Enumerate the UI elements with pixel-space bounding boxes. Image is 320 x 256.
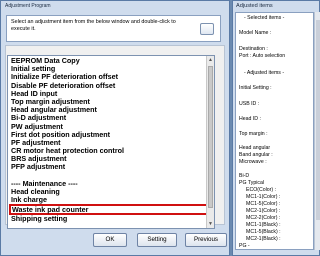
- info-line: MC1-5(Black) :: [246, 229, 281, 235]
- info-line: Initial Setting :: [239, 85, 272, 91]
- info-button[interactable]: [200, 23, 214, 35]
- info-line: Port : Auto selection: [239, 53, 286, 59]
- setting-button[interactable]: Setting: [137, 233, 177, 247]
- adjustment-listbox[interactable]: EEPROM Data Copy Initial setting Initial…: [7, 55, 215, 229]
- info-line: Band angular :: [239, 152, 273, 158]
- info-line: PG -: [239, 243, 250, 249]
- info-line: MC2-1(Black) :: [246, 236, 281, 242]
- instruction-box: Select an adjustment item from the below…: [6, 15, 221, 42]
- info-line: MC1-1(Color) :: [246, 194, 281, 200]
- info-line: MC2-2(Color) :: [246, 215, 281, 221]
- adjusted-items-scrollbar[interactable]: [314, 12, 320, 250]
- adjustment-items: EEPROM Data Copy Initial setting Initial…: [9, 56, 208, 224]
- button-bar: OK Setting Previous: [1, 233, 231, 249]
- ok-button[interactable]: OK: [93, 233, 127, 247]
- info-line: USB ID :: [239, 101, 260, 107]
- section-heading: - Adjusted items -: [244, 70, 285, 76]
- scroll-up-icon[interactable]: ▲: [207, 56, 214, 64]
- list-item[interactable]: PFP adjustment: [11, 163, 207, 171]
- list-item[interactable]: Shipping setting: [11, 215, 207, 223]
- info-line: MC2-1(Color) :: [246, 208, 281, 214]
- scrollbar-thumb[interactable]: [316, 20, 320, 220]
- info-line: Head ID :: [239, 116, 261, 122]
- window-title: Adjusted items: [236, 3, 273, 9]
- info-line: Bi-D: [239, 173, 250, 179]
- window-title: Adjustment Program: [5, 3, 51, 9]
- info-line: Head angular: [239, 145, 271, 151]
- info-line: MC1-5(Color) :: [246, 201, 281, 207]
- scroll-down-icon[interactable]: ▼: [207, 220, 214, 228]
- info-line: Destination :: [239, 46, 268, 52]
- info-line: Top margin :: [239, 131, 268, 137]
- info-line: MC1-1(Black) :: [246, 222, 281, 228]
- info-line: Microwave :: [239, 159, 267, 165]
- adjustment-program-window: Adjustment Program Select an adjustment …: [0, 0, 230, 256]
- previous-button[interactable]: Previous: [185, 233, 227, 247]
- adjusted-items-panel: - Selected items - Model Name : Destinat…: [235, 12, 314, 250]
- list-scrollbar[interactable]: ▲ ▼: [206, 56, 214, 228]
- info-line: ECO(Color) :: [246, 187, 276, 193]
- instruction-text: Select an adjustment item from the below…: [11, 19, 176, 32]
- list-item[interactable]: Ink charge: [11, 195, 207, 204]
- scrollbar-thumb[interactable]: [208, 66, 213, 208]
- info-line: Model Name :: [239, 30, 272, 36]
- info-line: PG Typical: [239, 180, 264, 186]
- adjusted-items-window: Adjusted items - Selected items - Model …: [232, 0, 320, 256]
- section-heading: - Selected items -: [244, 15, 285, 21]
